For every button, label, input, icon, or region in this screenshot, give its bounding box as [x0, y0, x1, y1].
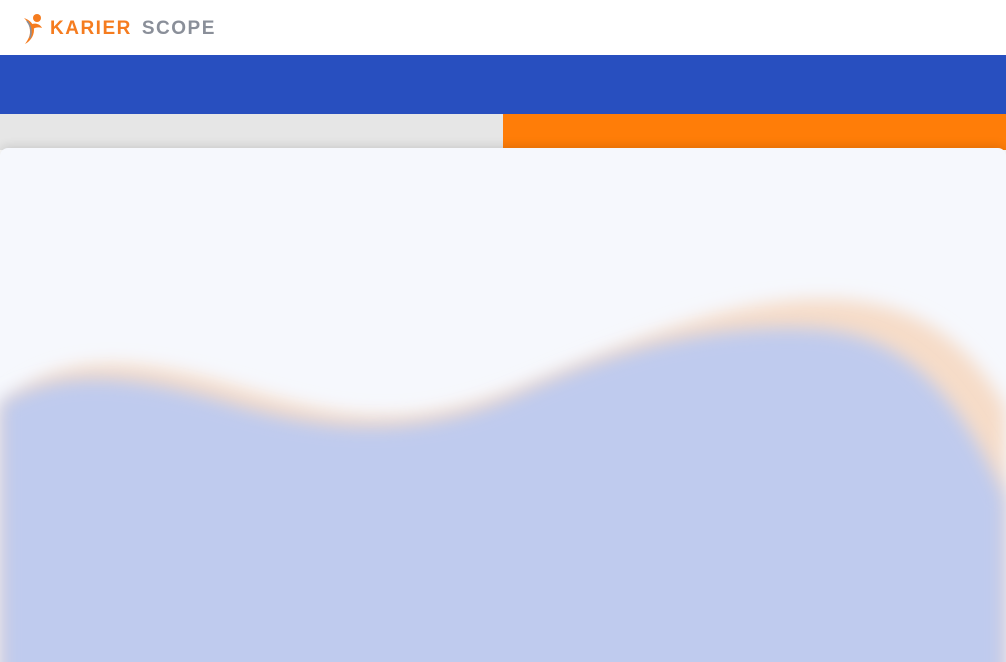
brand-wordmark: KARIER SCOPE [50, 18, 216, 40]
brand-name-part1: KARIER [50, 18, 132, 39]
tab-strip [0, 114, 1006, 150]
content-panel [0, 148, 1006, 662]
background-waves [0, 299, 1006, 662]
tab-right[interactable] [503, 114, 1006, 150]
person-pin-icon [24, 14, 42, 44]
brand-name-part2: SCOPE [141, 18, 216, 39]
app-window: KARIER SCOPE [0, 0, 1006, 662]
tab-left[interactable] [0, 114, 503, 150]
top-header: KARIER SCOPE [0, 0, 1006, 55]
main-nav-bar [0, 55, 1006, 114]
brand-logo[interactable]: KARIER SCOPE [18, 12, 216, 46]
